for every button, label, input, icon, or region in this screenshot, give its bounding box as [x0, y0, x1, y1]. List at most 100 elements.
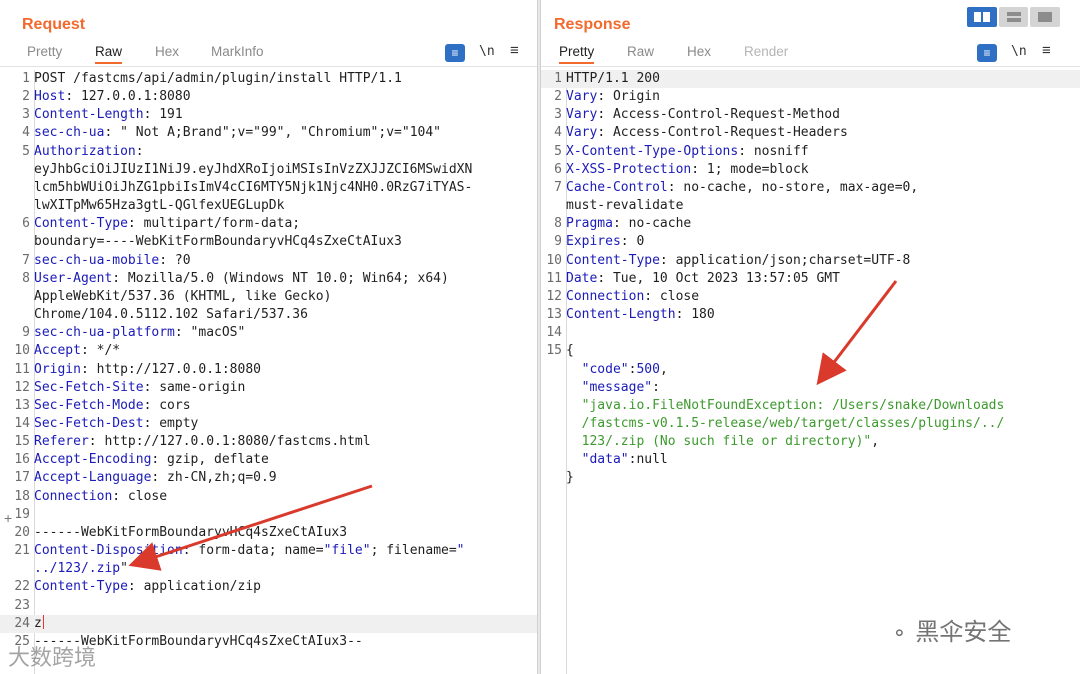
code-token: , — [871, 434, 880, 450]
wrap-toggle-icon[interactable]: ≡ — [977, 44, 997, 62]
code-line[interactable]: 15 Referer: http://127.0.0.1:8080/fastcms… — [0, 433, 537, 451]
code-line[interactable]: 3 Vary: Access-Control-Request-Method — [541, 106, 1080, 124]
code-line[interactable]: AppleWebKit/537.36 (KHTML, like Gecko) — [0, 288, 537, 306]
expand-plus-icon[interactable]: + — [4, 510, 12, 526]
line-text: Accept-Encoding: gzip, deflate — [34, 451, 269, 469]
code-line[interactable]: 23 — [0, 597, 537, 615]
line-number — [541, 397, 566, 415]
line-text: "java.io.FileNotFoundException: /Users/s… — [566, 397, 1005, 415]
code-line[interactable]: } — [541, 469, 1080, 487]
code-line[interactable]: 9 Expires: 0 — [541, 233, 1080, 251]
response-tab-hex[interactable]: Hex — [687, 44, 711, 62]
code-line[interactable]: 11 Date: Tue, 10 Oct 2023 13:57:05 GMT — [541, 270, 1080, 288]
response-tab-render[interactable]: Render — [744, 44, 788, 62]
code-line[interactable]: 10 Content-Type: application/json;charset… — [541, 252, 1080, 270]
code-line[interactable]: 6 X-XSS-Protection: 1; mode=block — [541, 161, 1080, 179]
code-token: : cors — [143, 397, 191, 413]
code-line[interactable]: 4 Vary: Access-Control-Request-Headers — [541, 124, 1080, 142]
code-line[interactable]: "code":500, — [541, 361, 1080, 379]
code-line[interactable]: 24 z — [0, 614, 537, 633]
code-token: Host — [34, 89, 66, 105]
code-line[interactable]: 18 Connection: close — [0, 488, 537, 506]
code-line[interactable]: lwXITpMw65Hza3gtL-QGlfexUEGLupDk — [0, 197, 537, 215]
request-editor[interactable]: 1 POST /fastcms/api/admin/plugin/install … — [0, 70, 537, 651]
code-line[interactable]: 21 Content-Disposition: form-data; name="… — [0, 542, 537, 560]
layout-side-by-side-button[interactable] — [967, 7, 997, 27]
code-line[interactable]: must-revalidate — [541, 197, 1080, 215]
code-line[interactable]: 13 Content-Length: 180 — [541, 306, 1080, 324]
code-line[interactable]: 13 Sec-Fetch-Mode: cors — [0, 397, 537, 415]
code-line[interactable]: boundary=----WebKitFormBoundaryvHCq4sZxe… — [0, 233, 537, 251]
request-tab-raw[interactable]: Raw — [95, 44, 123, 64]
code-line[interactable]: 16 Accept-Encoding: gzip, deflate — [0, 451, 537, 469]
code-line[interactable]: 2 Host: 127.0.0.1:8080 — [0, 88, 537, 106]
request-tab-markinfo[interactable]: MarkInfo — [211, 44, 264, 62]
code-line[interactable]: "data":null — [541, 451, 1080, 469]
code-line[interactable]: 12 Connection: close — [541, 288, 1080, 306]
request-tab-hex[interactable]: Hex — [155, 44, 179, 62]
line-text: Sec-Fetch-Dest: empty — [34, 415, 198, 433]
code-token: Content-Length — [566, 307, 676, 323]
layout-stacked-button[interactable] — [998, 7, 1029, 27]
line-number: 24 — [14, 615, 30, 631]
newline-icon[interactable]: \n — [479, 44, 495, 59]
code-line[interactable]: 5 Authorization: — [0, 143, 537, 161]
menu-icon[interactable]: ≡ — [510, 42, 519, 59]
code-line[interactable]: 5 X-Content-Type-Options: nosniff — [541, 143, 1080, 161]
response-title: Response — [554, 16, 631, 33]
line-text: POST /fastcms/api/admin/plugin/install H… — [34, 70, 402, 88]
code-line[interactable]: 17 Accept-Language: zh-CN,zh;q=0.9 — [0, 469, 537, 487]
code-line[interactable]: 6 Content-Type: multipart/form-data; — [0, 215, 537, 233]
layout-single-button[interactable] — [1030, 7, 1061, 27]
line-text: Chrome/104.0.5112.102 Safari/537.36 — [34, 306, 308, 324]
code-token: Content-Length — [34, 107, 144, 123]
code-line[interactable]: 19 — [0, 506, 537, 524]
code-line[interactable]: 7 Cache-Control: no-cache, no-store, max-… — [541, 179, 1080, 197]
code-line[interactable]: 10 Accept: */* — [0, 342, 537, 360]
code-line[interactable]: 3 Content-Length: 191 — [0, 106, 537, 124]
code-line[interactable]: 8 User-Agent: Mozilla/5.0 (Windows NT 10.… — [0, 270, 537, 288]
code-line[interactable]: ../123/.zip" — [0, 560, 537, 578]
code-line[interactable]: 11 Origin: http://127.0.0.1:8080 — [0, 361, 537, 379]
code-token: : no-cache — [612, 216, 692, 232]
line-number — [0, 233, 34, 251]
code-line[interactable]: 8 Pragma: no-cache — [541, 215, 1080, 233]
code-line[interactable]: 12 Sec-Fetch-Site: same-origin — [0, 379, 537, 397]
code-line[interactable]: 15{ — [541, 342, 1080, 360]
code-token: : http://127.0.0.1:8080 — [80, 361, 261, 377]
code-line[interactable]: 7 sec-ch-ua-mobile: ?0 — [0, 252, 537, 270]
code-line[interactable]: 1 HTTP/1.1 200 — [541, 70, 1080, 89]
code-line[interactable]: 9 sec-ch-ua-platform: "macOS" — [0, 324, 537, 342]
code-line[interactable]: lcm5hbWUiOiJhZG1pbiIsImV4cCI6MTY5Njk1Njc… — [0, 179, 537, 197]
code-line[interactable]: 4 sec-ch-ua: " Not A;Brand";v="99", "Chro… — [0, 124, 537, 142]
code-line[interactable]: 14 Sec-Fetch-Dest: empty — [0, 415, 537, 433]
wrap-toggle-icon[interactable]: ≡ — [445, 44, 465, 62]
menu-icon[interactable]: ≡ — [1042, 42, 1051, 59]
line-text: Accept-Language: zh-CN,zh;q=0.9 — [34, 469, 277, 487]
code-line[interactable]: 1 POST /fastcms/api/admin/plugin/install … — [0, 70, 537, 88]
code-line[interactable]: "message": — [541, 379, 1080, 397]
code-line[interactable]: 20 ------WebKitFormBoundaryvHCq4sZxeCtAIu… — [0, 524, 537, 542]
line-number: 5 — [22, 143, 30, 159]
request-tab-pretty[interactable]: Pretty — [27, 44, 62, 62]
response-tab-raw[interactable]: Raw — [627, 44, 654, 62]
code-line[interactable]: 123/.zip (No such file or directory)", — [541, 433, 1080, 451]
line-text: lwXITpMw65Hza3gtL-QGlfexUEGLupDk — [34, 197, 284, 215]
line-number: 5 — [554, 143, 562, 159]
code-line[interactable]: eyJhbGciOiJIUzI1NiJ9.eyJhdXRoIjoiMSIsInV… — [0, 161, 537, 179]
code-line[interactable]: /fastcms-v0.1.5-release/web/target/class… — [541, 415, 1080, 433]
line-number: 12 — [546, 288, 562, 304]
code-token: 123/.zip (No such file or directory)" — [566, 434, 872, 450]
code-line[interactable]: 22 Content-Type: application/zip — [0, 578, 537, 596]
code-token: : http://127.0.0.1:8080/fastcms.html — [88, 434, 371, 450]
code-line[interactable]: 2 Vary: Origin — [541, 88, 1080, 106]
code-line[interactable]: 14 — [541, 324, 1080, 342]
line-text: Vary: Origin — [566, 88, 660, 106]
code-line[interactable]: Chrome/104.0.5112.102 Safari/537.36 — [0, 306, 537, 324]
response-editor[interactable]: 1 HTTP/1.1 200 2 Vary: Origin 3 Vary: Access-… — [541, 70, 1080, 488]
response-tab-pretty[interactable]: Pretty — [559, 44, 595, 64]
code-line[interactable]: "java.io.FileNotFoundException: /Users/s… — [541, 397, 1080, 415]
line-number: 15 — [14, 434, 30, 450]
newline-icon[interactable]: \n — [1011, 44, 1027, 59]
line-text: "code":500, — [566, 361, 668, 379]
